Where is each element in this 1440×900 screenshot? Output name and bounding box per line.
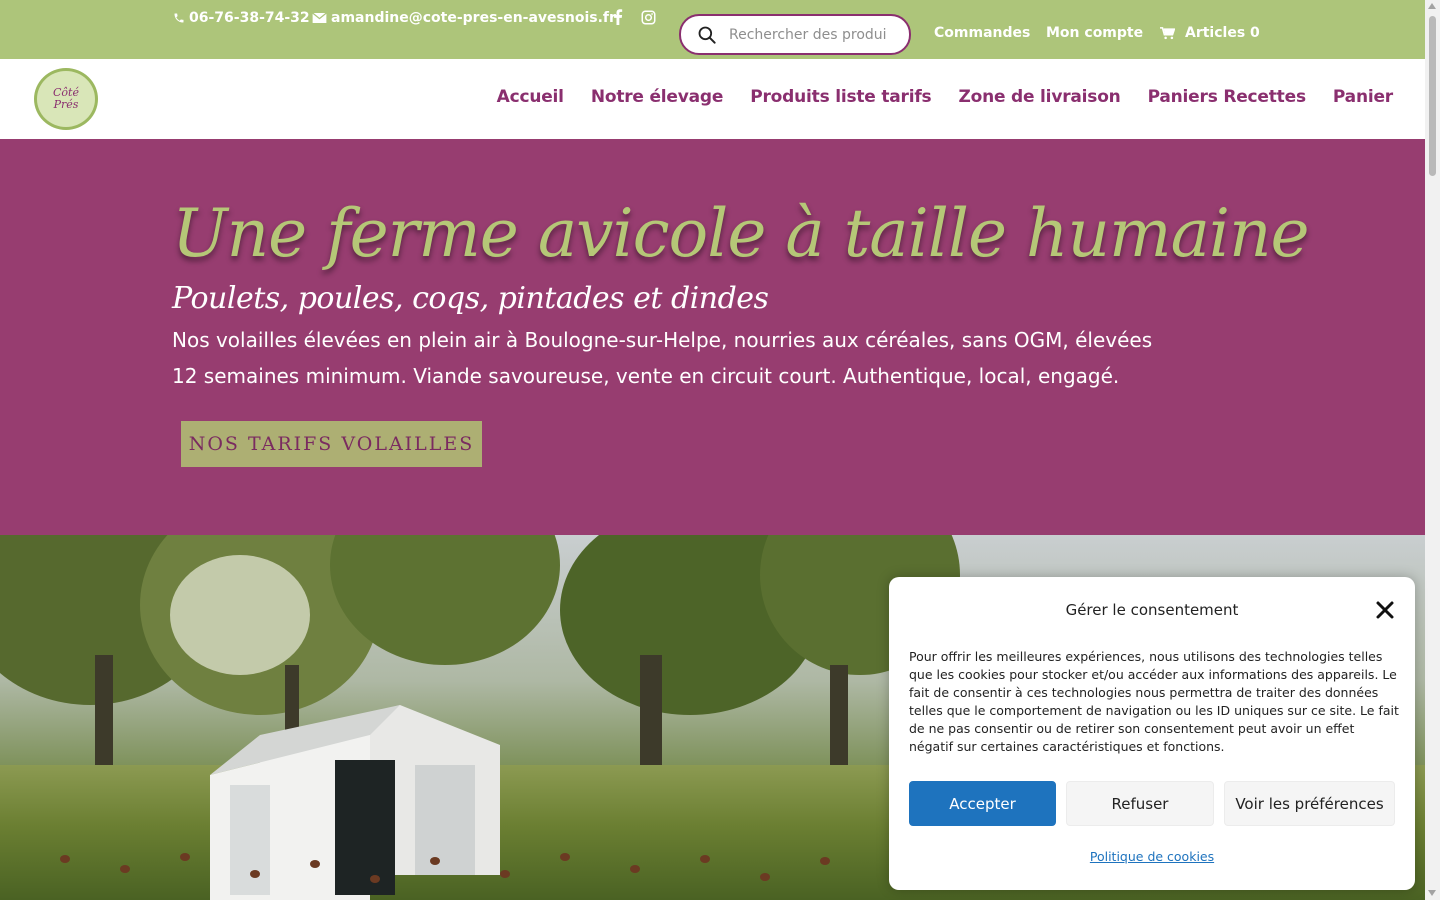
chicken xyxy=(60,855,70,863)
refuse-button[interactable]: Refuser xyxy=(1066,781,1214,826)
chicken xyxy=(120,865,130,873)
my-account-link[interactable]: Mon compte xyxy=(1046,25,1143,41)
consent-title: Gérer le consentement xyxy=(1065,601,1239,619)
phone-icon xyxy=(174,13,184,23)
chicken xyxy=(180,853,190,861)
phone-number[interactable]: 06-76-38-74-32 xyxy=(189,10,310,26)
chicken xyxy=(370,875,380,883)
nav-item-notre-elevage[interactable]: Notre élevage xyxy=(591,87,724,107)
scroll-up-arrow-icon[interactable] xyxy=(1428,3,1436,9)
chicken xyxy=(630,865,640,873)
instagram-icon xyxy=(641,10,656,25)
sunlight xyxy=(170,555,310,675)
site-logo[interactable]: Côté Prés xyxy=(34,68,98,130)
cart-icon xyxy=(1160,26,1175,39)
view-preferences-button[interactable]: Voir les préférences xyxy=(1224,781,1395,826)
search-input[interactable] xyxy=(729,26,889,43)
email-address[interactable]: amandine@cote-pres-en-avesnois.fr xyxy=(331,10,616,26)
main-nav: Accueil Notre élevage Produits liste tar… xyxy=(497,87,1394,107)
envelope-icon xyxy=(312,12,327,23)
chicken xyxy=(760,873,770,881)
close-icon[interactable] xyxy=(1375,600,1395,620)
cart-link[interactable]: Articles 0 xyxy=(1160,25,1260,41)
top-bar: 06-76-38-74-32 amandine@cote-pres-en-ave… xyxy=(0,0,1425,59)
facebook-icon xyxy=(614,9,623,25)
scrollbar-thumb[interactable] xyxy=(1429,16,1436,176)
consent-text: Pour offrir les meilleures expériences, … xyxy=(909,649,1399,754)
scroll-down-arrow-icon[interactable] xyxy=(1428,890,1436,896)
nav-item-paniers-recettes[interactable]: Paniers Recettes xyxy=(1148,87,1306,107)
chicken xyxy=(250,870,260,878)
main-header: Côté Prés Accueil Notre élevage Produits… xyxy=(0,59,1425,139)
chicken xyxy=(560,853,570,861)
search-icon xyxy=(698,26,716,44)
facebook-link[interactable] xyxy=(613,9,623,25)
chicken xyxy=(430,857,440,865)
phone-link[interactable]: 06-76-38-74-32 xyxy=(173,10,310,26)
chicken xyxy=(700,855,710,863)
instagram-link[interactable] xyxy=(641,10,656,25)
nav-item-zone-de-livraison[interactable]: Zone de livraison xyxy=(958,87,1120,107)
chicken xyxy=(310,860,320,868)
search-box[interactable] xyxy=(679,14,911,55)
nav-item-panier[interactable]: Panier xyxy=(1333,87,1393,107)
logo-text-line2: Prés xyxy=(53,98,79,111)
cart-label[interactable]: Articles 0 xyxy=(1185,25,1260,41)
hero-subtitle: Poulets, poules, coqs, pintades et dinde… xyxy=(172,281,769,316)
hero-description: Nos volailles élevées en plein air à Bou… xyxy=(172,328,1153,388)
orders-link[interactable]: Commandes xyxy=(934,25,1030,41)
cookie-policy-link[interactable]: Politique de cookies xyxy=(899,849,1405,864)
hero-title: Une ferme avicole à taille humaine xyxy=(172,195,1310,272)
chicken-coop xyxy=(210,705,500,900)
nav-item-produits-liste-tarifs[interactable]: Produits liste tarifs xyxy=(750,87,931,107)
chicken xyxy=(820,857,830,865)
chicken xyxy=(500,870,510,878)
accept-button[interactable]: Accepter xyxy=(909,781,1056,826)
page-scrollbar[interactable] xyxy=(1425,0,1440,900)
cookie-consent-dialog: Gérer le consentement Pour offrir les me… xyxy=(889,577,1415,890)
email-link[interactable]: amandine@cote-pres-en-avesnois.fr xyxy=(312,10,616,26)
tarifs-volailles-button[interactable]: NOS TARIFS VOLAILLES xyxy=(181,421,482,467)
nav-item-accueil[interactable]: Accueil xyxy=(497,87,564,107)
hero-section: Une ferme avicole à taille humaine Poule… xyxy=(0,139,1425,535)
